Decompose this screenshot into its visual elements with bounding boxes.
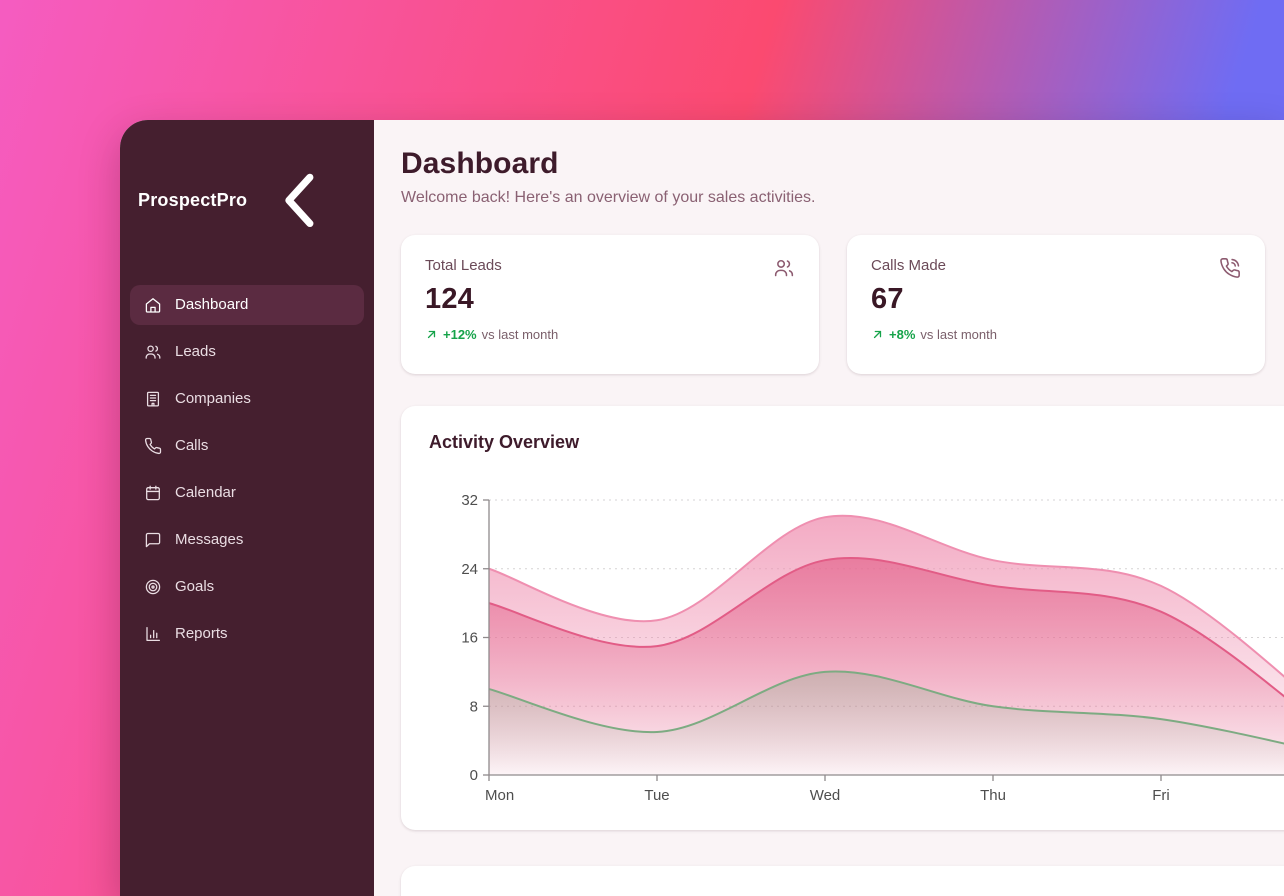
sidebar: ProspectPro Dashboard Leads Companies Ca… — [120, 120, 374, 896]
svg-text:Fri: Fri — [1152, 787, 1170, 804]
users-icon — [144, 343, 162, 361]
sidebar-item-label: Calendar — [175, 484, 236, 501]
stat-card-calls-made: Calls Made 67 +8% vs last month — [847, 235, 1265, 374]
sidebar-item-calls[interactable]: Calls — [130, 426, 364, 466]
sidebar-item-label: Dashboard — [175, 296, 248, 313]
sidebar-item-label: Messages — [175, 531, 243, 548]
bar-chart-icon — [144, 625, 162, 643]
stat-trend-note: vs last month — [482, 327, 559, 342]
svg-text:Wed: Wed — [810, 787, 841, 804]
sidebar-item-label: Reports — [175, 625, 228, 642]
activity-area-chart: 08162432MonTueWedThuFriSat — [429, 465, 1284, 810]
stat-trend-percent: +8% — [889, 327, 915, 342]
stat-trend: +8% vs last month — [871, 327, 1241, 342]
svg-text:8: 8 — [470, 698, 478, 715]
message-icon — [144, 531, 162, 549]
sidebar-item-calendar[interactable]: Calendar — [130, 473, 364, 513]
app-window: ProspectPro Dashboard Leads Companies Ca… — [120, 120, 1284, 896]
activity-area-chart-svg: 08162432MonTueWedThuFriSat — [429, 465, 1284, 810]
stat-value: 124 — [425, 283, 795, 316]
stat-trend: +12% vs last month — [425, 327, 795, 342]
activity-overview-card: Activity Overview 0 8 16 24 32 Mon Tue Wed Thu Fr… — [401, 406, 1284, 830]
phone-icon — [144, 437, 162, 455]
dashboard-content: Dashboard Welcome back! Here's an overvi… — [401, 146, 1284, 896]
arrow-up-right-icon — [871, 328, 884, 341]
sidebar-item-dashboard[interactable]: Dashboard — [130, 285, 364, 325]
sidebar-item-reports[interactable]: Reports — [130, 614, 364, 654]
sidebar-nav: Dashboard Leads Companies Calls Calendar… — [130, 285, 364, 654]
sidebar-collapse-button[interactable] — [247, 148, 352, 253]
main-content[interactable]: Dashboard Welcome back! Here's an overvi… — [374, 120, 1284, 896]
building-icon — [144, 390, 162, 408]
calendar-icon — [144, 484, 162, 502]
page-title: Dashboard — [401, 146, 1284, 182]
stat-trend-percent: +12% — [443, 327, 477, 342]
stat-label: Calls Made — [871, 257, 1241, 274]
users-icon — [773, 257, 795, 279]
stats-row: Total Leads 124 +12% vs last month Calls… — [401, 235, 1284, 374]
partially-visible-card-below — [401, 866, 1284, 896]
chart-title: Activity Overview — [429, 432, 1284, 453]
sidebar-item-leads[interactable]: Leads — [130, 332, 364, 372]
stat-trend-note: vs last month — [920, 327, 997, 342]
sidebar-item-label: Calls — [175, 437, 208, 454]
stat-value: 67 — [871, 283, 1241, 316]
svg-text:32: 32 — [461, 492, 478, 509]
app-logo-text: ProspectPro — [138, 190, 247, 211]
svg-text:0: 0 — [470, 767, 478, 784]
svg-text:Tue: Tue — [644, 787, 669, 804]
svg-text:16: 16 — [461, 630, 478, 647]
desktop-gradient-background: ProspectPro Dashboard Leads Companies Ca… — [0, 0, 1284, 896]
svg-text:Thu: Thu — [980, 787, 1006, 804]
arrow-up-right-icon — [425, 328, 438, 341]
svg-text:24: 24 — [461, 561, 478, 578]
chevron-left-icon — [249, 150, 350, 251]
sidebar-header: ProspectPro — [130, 148, 364, 253]
svg-text:Mon: Mon — [485, 787, 514, 804]
sidebar-item-label: Goals — [175, 578, 214, 595]
phone-call-icon — [1219, 257, 1241, 279]
sidebar-item-goals[interactable]: Goals — [130, 567, 364, 607]
sidebar-item-label: Companies — [175, 390, 251, 407]
stat-card-total-leads: Total Leads 124 +12% vs last month — [401, 235, 819, 374]
sidebar-item-messages[interactable]: Messages — [130, 520, 364, 560]
stat-label: Total Leads — [425, 257, 795, 274]
target-icon — [144, 578, 162, 596]
sidebar-item-companies[interactable]: Companies — [130, 379, 364, 419]
sidebar-item-label: Leads — [175, 343, 216, 360]
home-icon — [144, 296, 162, 314]
page-subtitle: Welcome back! Here's an overview of your… — [401, 189, 1284, 207]
